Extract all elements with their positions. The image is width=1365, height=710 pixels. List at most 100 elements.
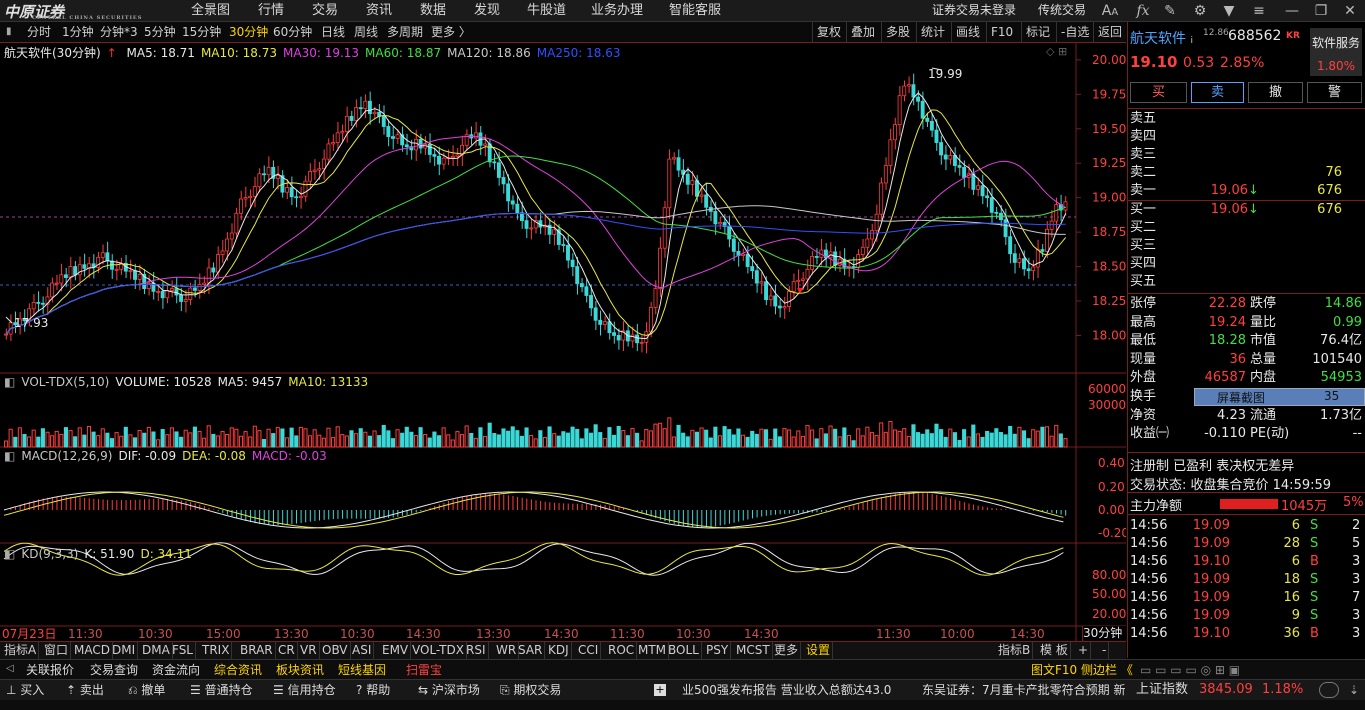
overlay-button[interactable]: 叠加	[846, 22, 879, 42]
screenshot-popup[interactable]: 屏幕截图 35	[1194, 388, 1365, 406]
nav-trade[interactable]: 交易	[312, 0, 338, 21]
indicator-tab[interactable]: 更多	[772, 642, 802, 659]
period-tab[interactable]: 60分钟	[273, 22, 312, 42]
period-tab[interactable]: 多周期	[387, 22, 423, 42]
period-tab[interactable]: 5分钟	[144, 22, 176, 42]
indicator-tab[interactable]: EMV	[380, 642, 412, 659]
holdings-shortcut[interactable]: ☰ 普通持仓	[190, 680, 253, 700]
tools-icon[interactable]: ✎	[1161, 2, 1179, 20]
chart-settings-icons[interactable]: ◇ ⊞	[1046, 45, 1067, 58]
indicator-tab[interactable]: ASI	[350, 642, 375, 659]
period-tab[interactable]: 分时	[27, 22, 51, 42]
indicator-right-tab[interactable]: -	[1100, 642, 1110, 659]
indicator-tab[interactable]: DMA	[140, 642, 173, 659]
close-icon[interactable]: ✕	[1341, 2, 1359, 20]
f10-button[interactable]: F10	[986, 22, 1017, 42]
indicator-tab[interactable]: MACD	[72, 642, 113, 659]
sector-box[interactable]: 软件服务 1.80%	[1310, 28, 1362, 76]
credit-holdings-shortcut[interactable]: ☰ 信用持仓	[273, 680, 336, 700]
nav-quotes[interactable]: 行情	[258, 0, 284, 21]
indicator-tab[interactable]: CCI	[576, 642, 602, 659]
indicator-tab[interactable]: MTM	[636, 642, 670, 659]
buy-button[interactable]: 买	[1130, 82, 1187, 103]
cancel-order-button[interactable]: 撤	[1248, 82, 1303, 103]
indicator-tab[interactable]: BOLL	[666, 642, 702, 659]
indicator-tab[interactable]: VOL-TDX	[410, 642, 467, 659]
alert-button[interactable]: 警	[1307, 82, 1362, 103]
skin-shirt-icon[interactable]: ▼	[1220, 2, 1238, 20]
indicator-tab[interactable]: DMI	[110, 642, 139, 659]
sell-shortcut[interactable]: ⇡ 卖出	[66, 680, 104, 700]
period-tab-active[interactable]: 30分钟	[229, 22, 268, 42]
market-shortcut[interactable]: ⇆ 沪深市场	[418, 680, 480, 700]
options-shortcut[interactable]: ⎘ 期权交易	[500, 680, 561, 700]
toggle-icon[interactable]	[1319, 682, 1339, 698]
f10-sidebar-link[interactable]: 图文F10 侧边栏 《	[1031, 660, 1133, 680]
mine-sweeper-link[interactable]: 扫雷宝	[406, 660, 442, 680]
indicator-tab[interactable]: RSI	[464, 642, 489, 659]
nav-bull-path[interactable]: 牛股道	[527, 0, 566, 21]
indicator-tab[interactable]: OBV	[320, 642, 351, 659]
statistics-button[interactable]: 统计	[916, 22, 949, 42]
nav-news[interactable]: 资讯	[366, 0, 392, 21]
period-tab[interactable]: 分钟*3	[100, 22, 138, 42]
period-tab[interactable]: 周线	[354, 22, 378, 42]
indicator-right-tab[interactable]: 指标B	[996, 642, 1034, 659]
draw-line-button[interactable]: 画线	[951, 22, 984, 42]
trade-login-status[interactable]: 证券交易未登录	[932, 0, 1016, 21]
period-tab[interactable]: 1分钟	[62, 22, 94, 42]
indicator-tab[interactable]: BRAR	[238, 642, 276, 659]
stock-name[interactable]: 航天软件 i	[1130, 28, 1193, 48]
adjust-button[interactable]: 复权	[812, 22, 845, 42]
related-quote-link[interactable]: 关联报价	[26, 660, 74, 680]
mark-button[interactable]: 标记	[1021, 22, 1054, 42]
index-name[interactable]: 上证指数	[1136, 680, 1188, 700]
add-news-icon[interactable]: +	[654, 684, 666, 696]
indicator-right-tab[interactable]: +	[1076, 642, 1092, 659]
fund-flow-link[interactable]: 资金流向	[152, 660, 200, 680]
indicator-tab[interactable]: ROC	[606, 642, 638, 659]
indicator-tab[interactable]: KDJ	[546, 642, 572, 659]
indicator-tab[interactable]: 指标A	[2, 642, 40, 659]
news-ticker-2[interactable]: 东吴证券：7月重卡产批零符合预期 新	[922, 680, 1130, 700]
mini-toolbar-icons[interactable]: ▭ ▭ ▭ ▭ ◎ ⊞ ▣	[1140, 660, 1240, 680]
buy-shortcut[interactable]: ⊥ 买入	[6, 680, 44, 700]
nav-business[interactable]: 业务办理	[591, 0, 643, 21]
menu-icon[interactable]: ≡	[1250, 2, 1268, 20]
nav-smart-service[interactable]: 智能客服	[669, 0, 721, 21]
minimize-icon[interactable]: —	[1283, 2, 1301, 20]
indicator-tab[interactable]: CR	[276, 642, 298, 659]
classic-trade-link[interactable]: 传统交易	[1038, 0, 1086, 21]
font-size-icon[interactable]: AA	[1101, 2, 1119, 20]
nav-data[interactable]: 数据	[420, 0, 446, 21]
sell-button[interactable]: 卖	[1191, 82, 1244, 103]
cancel-shortcut[interactable]: ⎌ 撤单	[128, 680, 165, 700]
settings-gear-icon[interactable]: ⚙	[1191, 2, 1209, 20]
news-ticker[interactable]: 业500强发布报告 营业收入总额达43.0	[682, 680, 891, 700]
nav-panorama[interactable]: 全景图	[191, 0, 230, 21]
sector-news-link[interactable]: 板块资讯	[276, 660, 324, 680]
indicator-tab[interactable]: SAR	[516, 642, 546, 659]
period-more-tab[interactable]: 更多 〉	[431, 22, 471, 42]
trade-query-link[interactable]: 交易查询	[90, 660, 138, 680]
expand-right-icon[interactable]: ⇣	[1349, 680, 1359, 700]
back-button[interactable]: 返回	[1093, 22, 1126, 42]
collapse-icon[interactable]: ▮	[6, 22, 12, 42]
indicator-tab[interactable]: MCST	[734, 642, 773, 659]
indicator-tab[interactable]: 设置	[804, 642, 834, 659]
watchlist-button[interactable]: -自选	[1056, 22, 1093, 42]
restore-icon[interactable]: ❐	[1312, 2, 1330, 20]
nav-discover[interactable]: 发现	[474, 0, 500, 21]
indicator-right-tab[interactable]: 模 板	[1038, 642, 1071, 659]
multi-stock-button[interactable]: 多股	[881, 22, 914, 42]
period-tab[interactable]: 日线	[321, 22, 345, 42]
general-news-link[interactable]: 综合资讯	[214, 660, 262, 680]
formula-icon[interactable]: fx	[1134, 2, 1152, 20]
indicator-tab[interactable]: VR	[298, 642, 320, 659]
indicator-tab[interactable]: PSY	[704, 642, 732, 659]
indicator-tab[interactable]: 窗口	[42, 642, 72, 659]
indicator-tab[interactable]: TRIX	[200, 642, 233, 659]
short-gene-link[interactable]: 短线基因	[338, 660, 386, 680]
help-shortcut[interactable]: ? 帮助	[356, 680, 390, 700]
period-tab[interactable]: 15分钟	[182, 22, 221, 42]
